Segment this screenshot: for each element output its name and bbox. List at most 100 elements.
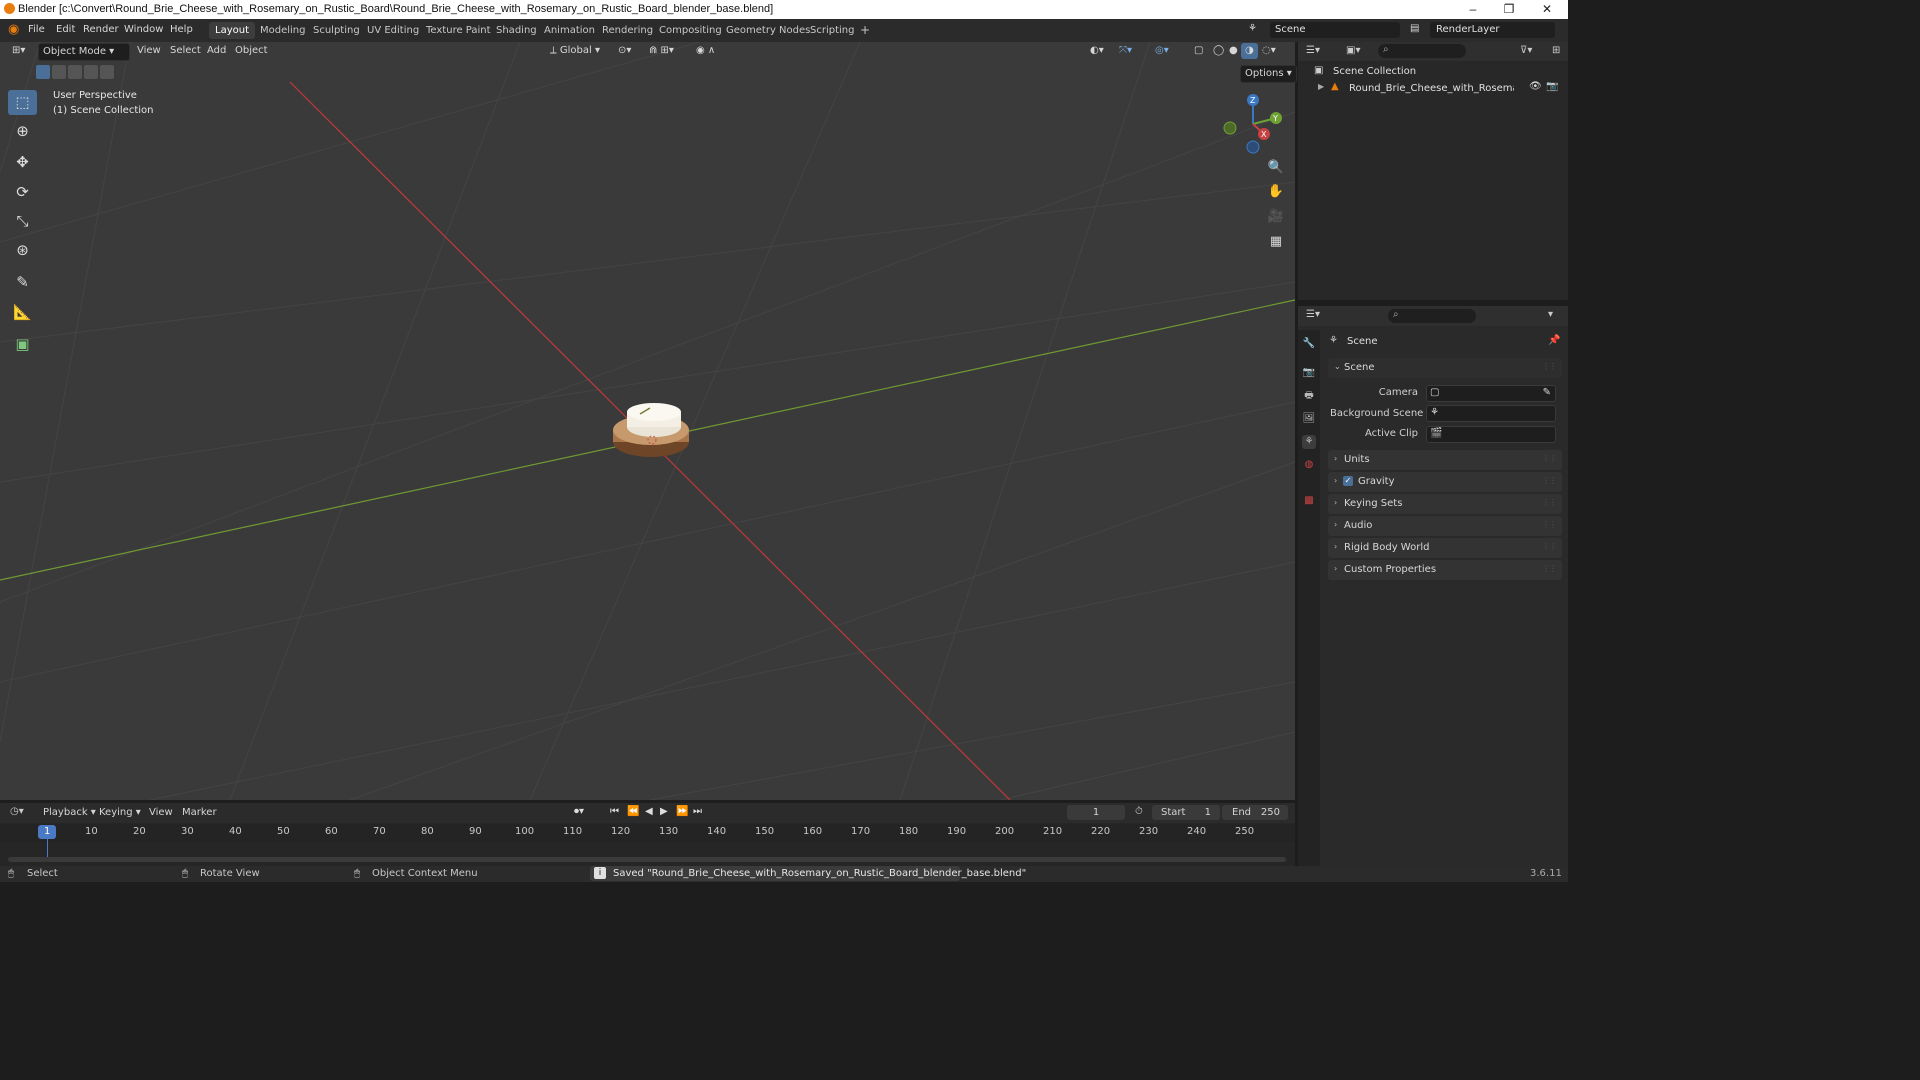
menu-view[interactable]: View — [133, 43, 165, 59]
world-tab-icon[interactable]: ◍ — [1302, 458, 1316, 472]
shading-rendered-icon[interactable]: ◌▾ — [1258, 43, 1280, 59]
menu-timeline-view[interactable]: View — [149, 807, 173, 818]
object-mode-dropdown[interactable]: Object Mode ▾ — [38, 43, 130, 61]
menu-object[interactable]: Object — [231, 43, 272, 59]
display-mode-icon[interactable]: ▣▾ — [1346, 45, 1360, 56]
jump-keyframe-forward-icon[interactable]: ⏩ — [676, 806, 688, 817]
cursor-icon[interactable]: ⊕ — [8, 119, 37, 144]
scene-selector[interactable]: Scene — [1270, 22, 1400, 38]
annotate-icon[interactable]: ✎ — [8, 270, 37, 295]
tool-tab-icon[interactable]: 🔧 — [1302, 337, 1316, 351]
tab-uv-editing[interactable]: UV Editing — [361, 22, 425, 39]
add-cube-icon[interactable]: ▣ — [8, 332, 37, 357]
play-icon[interactable]: ▶ — [660, 806, 668, 817]
snap-icon[interactable]: ⋒ ⊞▾ — [645, 43, 678, 59]
custom-properties-panel[interactable]: › Custom Properties ⋮⋮ — [1328, 560, 1562, 580]
eyedropper-icon[interactable]: ✎ — [1543, 387, 1551, 398]
3d-viewport[interactable] — [0, 42, 1295, 800]
tab-rendering[interactable]: Rendering — [596, 22, 659, 39]
navigation-gizmo[interactable]: Z Y X — [1218, 90, 1288, 156]
expand-arrow-icon[interactable]: ▶ — [1318, 82, 1324, 91]
scene-panel-header[interactable]: ⌄ Scene ⋮⋮ — [1328, 358, 1562, 378]
minimize-button[interactable]: – — [1458, 1, 1488, 18]
cheese-board-object[interactable] — [613, 403, 689, 457]
pan-hand-icon[interactable]: ✋ — [1265, 181, 1287, 203]
current-frame-field[interactable]: 1 — [1067, 805, 1125, 820]
move-icon[interactable]: ✥ — [8, 150, 37, 175]
camera-field[interactable]: ▢ ✎ — [1426, 385, 1556, 402]
add-workspace-button[interactable]: + — [854, 22, 876, 39]
overlay-toggle-icon[interactable]: ◎▾ — [1151, 43, 1173, 59]
drag-handle-icon[interactable]: ⋮⋮ — [1542, 498, 1557, 507]
scene-tab-icon[interactable]: ⚘ — [1302, 435, 1316, 449]
render-camera-icon[interactable]: 📷 — [1546, 81, 1558, 92]
select-invert-icon[interactable] — [84, 65, 98, 79]
output-tab-icon[interactable]: 🖶 — [1302, 389, 1316, 403]
record-icon[interactable]: ⏺▾ — [574, 806, 584, 817]
gravity-checkbox[interactable]: ✓ — [1343, 476, 1353, 486]
properties-options-icon[interactable]: ▾ — [1548, 309, 1553, 320]
clock-icon[interactable]: ⏱ — [1135, 806, 1143, 817]
rigid-body-world-panel[interactable]: › Rigid Body World ⋮⋮ — [1328, 538, 1562, 558]
renderlayer-selector[interactable]: RenderLayer — [1430, 22, 1555, 38]
menu-add[interactable]: Add — [203, 43, 230, 59]
tab-modeling[interactable]: Modeling — [254, 22, 312, 39]
camera-view-icon[interactable]: 🎥 — [1265, 206, 1287, 228]
drag-handle-icon[interactable]: ⋮⋮ — [1542, 476, 1557, 485]
render-tab-icon[interactable]: 📷 — [1302, 366, 1316, 380]
proportional-edit-icon[interactable]: ◉ ∧ — [692, 43, 719, 59]
menu-playback[interactable]: Playback ▾ — [43, 807, 96, 818]
pivot-icon[interactable]: ⊙▾ — [614, 43, 635, 59]
scale-icon[interactable]: ⤡ — [8, 209, 37, 234]
texture-tab-icon[interactable]: ▩ — [1302, 494, 1316, 508]
audio-panel[interactable]: › Audio ⋮⋮ — [1328, 516, 1562, 536]
tab-layout[interactable]: Layout — [209, 22, 255, 39]
menu-edit[interactable]: Edit — [56, 24, 75, 35]
outliner-search-input[interactable]: ⌕ — [1378, 44, 1466, 58]
menu-file[interactable]: File — [28, 24, 45, 35]
visibility-icon[interactable]: ◐▾ — [1086, 43, 1108, 59]
jump-end-icon[interactable]: ⏭ — [693, 806, 702, 817]
select-extend-icon[interactable] — [52, 65, 66, 79]
pin-icon[interactable]: 📌 — [1548, 335, 1560, 346]
gravity-panel[interactable]: › ✓ Gravity ⋮⋮ — [1328, 472, 1562, 492]
shading-material-icon[interactable]: ◑ — [1241, 43, 1258, 59]
blender-menu-icon[interactable]: ◉ — [8, 22, 19, 37]
end-frame-field[interactable]: End 250 — [1222, 805, 1288, 820]
jump-start-icon[interactable]: ⏮ — [610, 806, 619, 817]
drag-handle-icon[interactable]: ⋮⋮ — [1542, 362, 1557, 371]
timeline-scrollbar[interactable] — [8, 857, 1286, 862]
tab-scripting[interactable]: Scripting — [804, 22, 860, 39]
tab-texture-paint[interactable]: Texture Paint — [420, 22, 497, 39]
drag-handle-icon[interactable]: ⋮⋮ — [1542, 564, 1557, 573]
zoom-icon[interactable]: 🔍 — [1265, 157, 1287, 179]
tab-shading[interactable]: Shading — [490, 22, 543, 39]
drag-handle-icon[interactable]: ⋮⋮ — [1542, 542, 1557, 551]
tab-geometry-nodes[interactable]: Geometry Nodes — [720, 22, 816, 39]
ortho-grid-icon[interactable]: ▦ — [1265, 231, 1287, 253]
editor-type-button[interactable]: ⊞▾ — [8, 43, 29, 59]
timeline-editor-icon[interactable]: ◷▾ — [10, 806, 24, 817]
outliner-object-row[interactable]: Round_Brie_Cheese_with_Rosemary_on — [1349, 83, 1514, 94]
menu-select[interactable]: Select — [166, 43, 205, 59]
menu-keying[interactable]: Keying ▾ — [99, 807, 141, 818]
tab-sculpting[interactable]: Sculpting — [307, 22, 366, 39]
drag-handle-icon[interactable]: ⋮⋮ — [1542, 520, 1557, 529]
properties-search-input[interactable]: ⌕ — [1388, 309, 1476, 323]
menu-marker[interactable]: Marker — [182, 807, 217, 818]
start-frame-field[interactable]: Start 1 — [1152, 805, 1220, 820]
tab-compositing[interactable]: Compositing — [653, 22, 728, 39]
drag-handle-icon[interactable]: ⋮⋮ — [1542, 454, 1557, 463]
select-intersect-icon[interactable] — [100, 65, 114, 79]
scene-collection-row[interactable]: Scene Collection — [1333, 66, 1416, 77]
menu-render[interactable]: Render — [83, 24, 119, 35]
properties-editor-icon[interactable]: ☰▾ — [1306, 309, 1320, 320]
shading-solid-icon[interactable]: ● — [1225, 43, 1242, 59]
units-panel[interactable]: › Units ⋮⋮ — [1328, 450, 1562, 470]
view-layer-tab-icon[interactable]: 🖼 — [1302, 412, 1316, 426]
select-box-icon[interactable]: ⬚ — [8, 90, 37, 115]
play-reverse-icon[interactable]: ◀ — [645, 806, 653, 817]
keying-sets-panel[interactable]: › Keying Sets ⋮⋮ — [1328, 494, 1562, 514]
transform-icon[interactable]: ⊛ — [8, 238, 37, 263]
outliner-editor-icon[interactable]: ☰▾ — [1306, 45, 1320, 56]
